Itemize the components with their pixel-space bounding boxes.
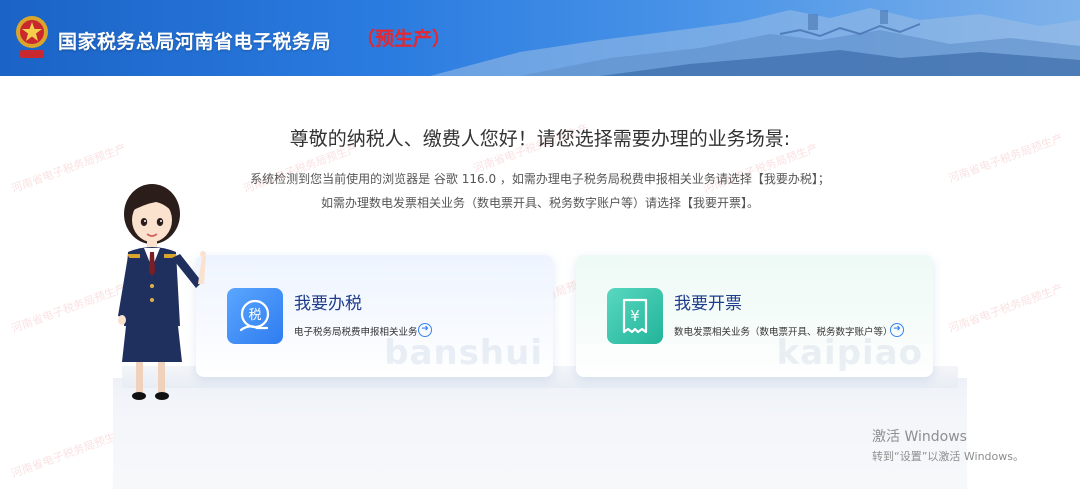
banshui-card[interactable]: 税 我要办税 电子税务局税费申报相关业务 ➜ banshui [196, 255, 553, 377]
windows-activation-subtitle: 转到“设置”以激活 Windows。 [872, 450, 1024, 463]
windows-activation-title: 激活 Windows [872, 429, 967, 445]
environment-tag: （预生产） [356, 28, 452, 50]
greeting-title: 尊敬的纳税人、缴费人您好！请您选择需要办理的业务场景: [289, 128, 791, 150]
kaipiao-watermark-text: kaipiao [776, 333, 923, 373]
banshui-watermark-text: banshui [384, 333, 543, 373]
banshui-title: 我要办税 [294, 294, 362, 314]
kaipiao-card[interactable]: ¥ 我要开票 数电发票相关业务（数电票开具、税务数字账户等） ➜ kaipiao [576, 255, 933, 377]
kaipiao-title: 我要开票 [674, 294, 742, 314]
invoice-icon: ¥ [607, 288, 663, 344]
tax-icon: 税 [227, 288, 283, 344]
site-title: 国家税务总局河南省电子税务局 [58, 31, 332, 53]
watermark: 河南省电子税务局预生产 [9, 426, 128, 481]
stage-platform [113, 378, 967, 489]
tax-officer-character-illustration [118, 184, 206, 400]
tax-emblem-logo [14, 14, 50, 62]
watermark: 河南省电子税务局预生产 [946, 281, 1065, 336]
tax-glyph: 税 [248, 308, 261, 323]
site-header: 国家税务总局河南省电子税务局 （预生产） [0, 0, 1080, 76]
yuan-glyph: ¥ [630, 307, 640, 325]
